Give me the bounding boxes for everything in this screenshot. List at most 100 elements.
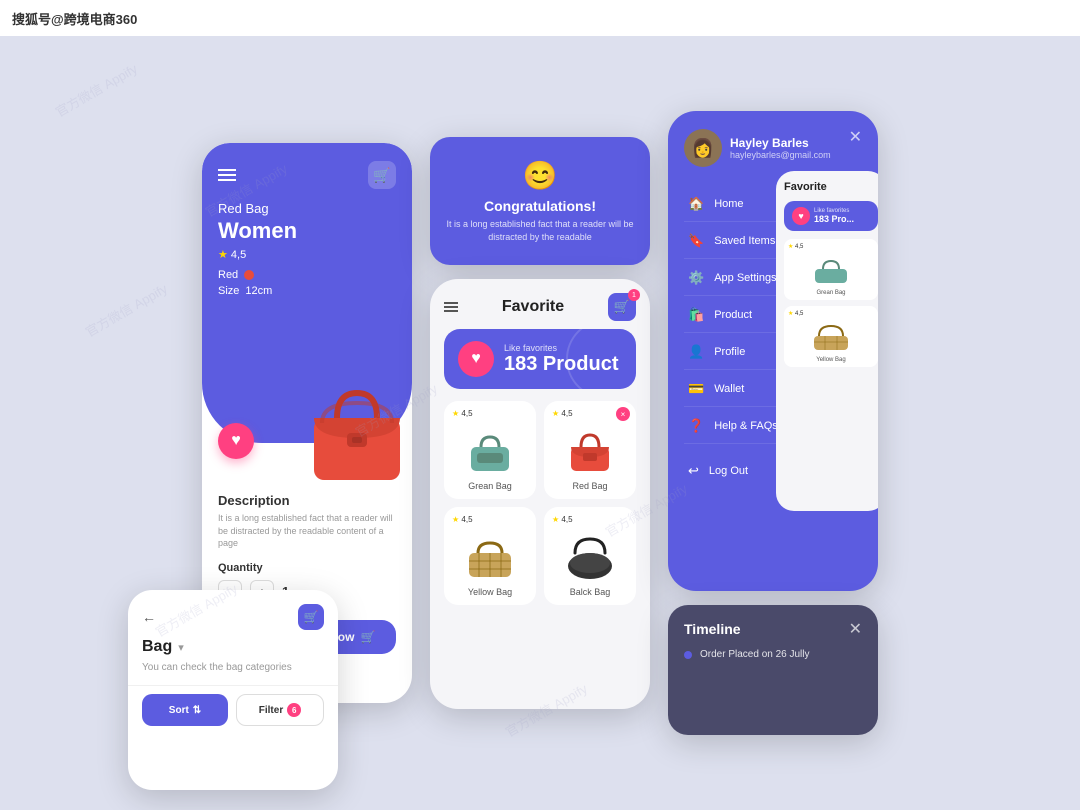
inner-favorite-title: Favorite xyxy=(784,181,878,193)
bag-name-black: Balck Bag xyxy=(552,587,628,597)
favorites-heart-icon: ♥ xyxy=(458,341,494,377)
bag-rating-teal: ★ 4,5 xyxy=(452,409,528,418)
back-button[interactable]: ← xyxy=(142,609,156,625)
bag-rating-brown: ★ 4,5 xyxy=(452,515,528,524)
bag-name-teal: Grean Bag xyxy=(452,481,528,491)
bag-cart-button[interactable]: 🛒 xyxy=(298,604,324,630)
bag-image-red xyxy=(552,422,628,477)
inner-bag-rating-teal: ★ 4,5 xyxy=(788,243,874,250)
menu-home-label: Home xyxy=(714,198,743,210)
phone-bag-categories: ← 🛒 Bag ▾ You can check the bag categori… xyxy=(128,590,338,790)
bag-rating-black: ★ 4,5 xyxy=(552,515,628,524)
filter-label: Filter xyxy=(259,705,283,716)
timeline-item: Order Placed on 26 Jully xyxy=(684,649,862,660)
favorite-title: Favorite xyxy=(502,298,564,316)
dropdown-arrow-icon[interactable]: ▾ xyxy=(178,641,184,654)
inner-bag-brown: ★ 4,5 Yellow Bag xyxy=(784,306,878,367)
logout-icon: ↩ xyxy=(688,463,699,479)
cart-badge: 1 xyxy=(628,289,640,301)
congrats-text: It is a long established fact that a rea… xyxy=(444,218,636,243)
menu-saved-label: Saved Items xyxy=(714,235,775,247)
user-profile-row: 👩 Hayley Barles hayleybarles@gmail.com xyxy=(684,129,862,167)
product-icon: 🛍️ xyxy=(688,307,704,323)
wishlist-button[interactable]: ♥ xyxy=(218,423,254,459)
inner-bag-name-teal: Grean Bag xyxy=(788,290,874,296)
sort-icon: ⇅ xyxy=(193,705,201,716)
bag-name-red: Red Bag xyxy=(552,481,628,491)
color-row: Red xyxy=(218,269,396,281)
bag-card-black[interactable]: ★ 4,5 Balck Bag xyxy=(544,507,636,605)
phone-menu: 👩 Hayley Barles hayleybarles@gmail.com ✕… xyxy=(668,111,878,591)
description-title: Description xyxy=(218,493,396,508)
bags-grid: ★ 4,5 Grean Bag × ★ 4,5 xyxy=(430,401,650,605)
inner-bag-teal: ★ 4,5 Grean Bag xyxy=(784,239,878,300)
favorites-card[interactable]: ♥ Like favorites 183 Product xyxy=(444,329,636,389)
menu-profile-label: Profile xyxy=(714,346,745,358)
product-subtitle: Red Bag xyxy=(218,201,396,216)
bag-card-brown[interactable]: ★ 4,5 Yellow Bag xyxy=(444,507,536,605)
bag-categories-header: ← 🛒 xyxy=(128,590,338,638)
favorite-header: Favorite 🛒 1 xyxy=(430,279,650,329)
bag-card-red[interactable]: × ★ 4,5 Red Bag xyxy=(544,401,636,499)
bag-filter-bar: Sort ⇅ Filter 6 xyxy=(128,685,338,734)
bag-image-brown xyxy=(452,528,528,583)
logout-label: Log Out xyxy=(709,465,748,477)
cart-icon: 🛒 xyxy=(360,630,375,644)
hamburger-menu[interactable] xyxy=(218,166,236,184)
product-options: Red Size 12cm xyxy=(218,269,396,297)
size-value: 12cm xyxy=(245,285,272,297)
filter-button[interactable]: Filter 6 xyxy=(236,694,324,726)
inner-bag-rating-brown: ★ 4,5 xyxy=(788,310,874,317)
congrats-emoji: 😊 xyxy=(523,159,558,192)
timeline-close-button[interactable]: ✕ xyxy=(849,619,862,639)
cart-button[interactable]: 🛒 xyxy=(368,161,396,189)
sort-button[interactable]: Sort ⇅ xyxy=(142,694,228,726)
center-column: 😊 Congratulations! It is a long establis… xyxy=(430,137,650,709)
user-email: hayleybarles@gmail.com xyxy=(730,150,831,160)
phone-congratulations: 😊 Congratulations! It is a long establis… xyxy=(430,137,650,265)
filter-badge: 6 xyxy=(287,703,301,717)
favorite-cart-button[interactable]: 🛒 1 xyxy=(608,293,636,321)
product-main-title: Women xyxy=(218,218,396,244)
product-bag-image xyxy=(292,363,412,493)
description-text: It is a long established fact that a rea… xyxy=(218,512,396,550)
bag-image-black xyxy=(552,528,628,583)
menu-product-label: Product xyxy=(714,309,752,321)
size-label: Size xyxy=(218,285,239,297)
bag-category-subtitle: You can check the bag categories xyxy=(128,662,338,685)
inner-bags-list: ★ 4,5 Grean Bag ★ 4,5 xyxy=(784,239,878,367)
bag-category-title: Bag xyxy=(142,638,172,656)
sort-label: Sort xyxy=(169,705,189,716)
inner-fav-card: ♥ Like favorites 183 Pro... xyxy=(784,201,878,231)
bag-remove-red[interactable]: × xyxy=(616,407,630,421)
product-rating: ★ 4,5 xyxy=(218,248,396,261)
menu-settings-label: App Settings xyxy=(714,272,776,284)
inner-fav-text: Like favorites 183 Pro... xyxy=(814,208,854,224)
bag-name-brown: Yellow Bag xyxy=(452,587,528,597)
bag-image-teal xyxy=(452,422,528,477)
menu-close-button[interactable]: ✕ xyxy=(849,127,862,147)
user-info: Hayley Barles hayleybarles@gmail.com xyxy=(730,136,831,160)
inner-screen-preview: Favorite ♥ Like favorites 183 Pro... ★ 4… xyxy=(776,171,878,511)
inner-fav-heart: ♥ xyxy=(792,207,810,225)
inner-bag-img-brown xyxy=(788,317,874,357)
inner-bag-name-brown: Yellow Bag xyxy=(788,357,874,363)
bag-title-row: Bag ▾ xyxy=(128,638,338,662)
bag-card-teal[interactable]: ★ 4,5 Grean Bag xyxy=(444,401,536,499)
saved-icon: 🔖 xyxy=(688,233,704,249)
wallet-icon: 💳 xyxy=(688,381,704,397)
product-header-bg: 🛒 Red Bag Women ★ 4,5 Red Size 12cm xyxy=(202,143,412,443)
screens-container: 🛒 Red Bag Women ★ 4,5 Red Size 12cm xyxy=(0,36,1080,810)
congrats-title: Congratulations! xyxy=(484,198,596,214)
header: 搜狐号@跨境电商360 xyxy=(0,0,1080,36)
home-icon: 🏠 xyxy=(688,196,704,212)
quantity-title: Quantity xyxy=(218,562,396,574)
hamburger-menu-fav[interactable] xyxy=(444,300,458,314)
right-column: 👩 Hayley Barles hayleybarles@gmail.com ✕… xyxy=(668,111,878,735)
size-row: Size 12cm xyxy=(218,285,396,297)
user-avatar: 👩 xyxy=(684,129,722,167)
user-name: Hayley Barles xyxy=(730,136,831,150)
phone-timeline: Timeline ✕ Order Placed on 26 Jully xyxy=(668,605,878,735)
phone1-topbar: 🛒 xyxy=(218,161,396,189)
settings-icon: ⚙️ xyxy=(688,270,704,286)
